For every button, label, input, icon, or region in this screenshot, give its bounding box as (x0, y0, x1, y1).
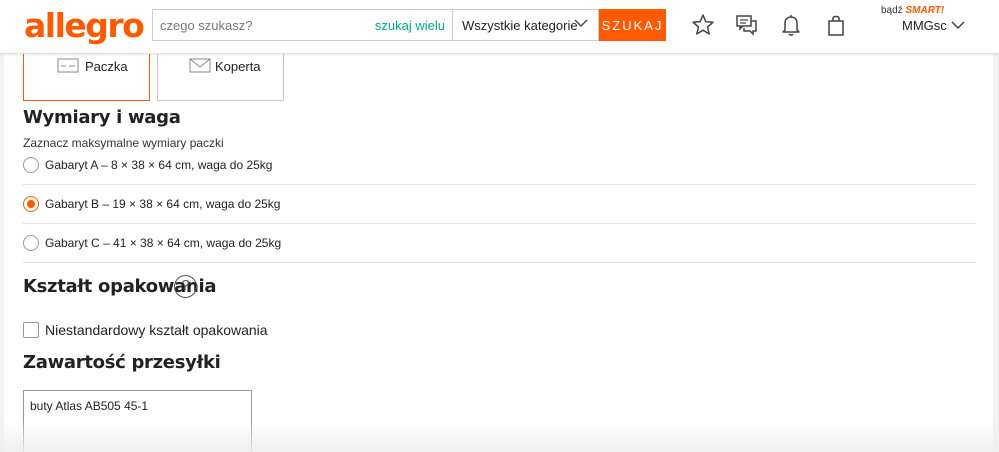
help-icon[interactable]: ? (174, 275, 197, 298)
package-type-paczka[interactable]: Paczka (23, 54, 150, 101)
custom-shape-checkbox[interactable] (23, 322, 39, 338)
search-input[interactable] (153, 10, 373, 40)
custom-shape-label[interactable]: Niestandardowy kształt opakowania (45, 322, 268, 338)
allegro-logo[interactable]: allegro (24, 6, 145, 45)
bag-icon[interactable] (824, 13, 848, 37)
contents-textarea[interactable]: buty Atlas AB505 45-1 (23, 390, 252, 452)
bell-icon[interactable] (779, 13, 803, 37)
radio-button[interactable] (23, 157, 39, 173)
package-icon (57, 58, 79, 73)
size-option-a[interactable]: Gabaryt A – 8 × 38 × 64 cm, waga do 25kg (23, 146, 976, 185)
chevron-down-icon[interactable] (950, 18, 966, 32)
chevron-down-icon (574, 19, 588, 27)
star-icon[interactable] (691, 13, 715, 37)
radio-button[interactable] (23, 235, 39, 251)
user-name[interactable]: MMGsc (902, 18, 947, 33)
category-select[interactable]: Wszystkie kategorie (452, 9, 599, 41)
search-box: szukaj wielu (152, 9, 452, 41)
shipment-form-card: Paczka Koperta Wymiary i waga Zaznacz ma… (4, 54, 993, 452)
size-option-label: Gabaryt A – 8 × 38 × 64 cm, waga do 25kg (45, 158, 273, 172)
package-type-label: Paczka (85, 59, 128, 74)
multi-search-link[interactable]: szukaj wielu (375, 18, 445, 33)
package-type-label: Koperta (215, 59, 261, 74)
top-header: allegro szukaj wielu Wszystkie kategorie… (0, 0, 999, 54)
chat-icon[interactable] (735, 13, 759, 37)
dimensions-title: Wymiary i waga (23, 107, 181, 128)
smart-badge[interactable]: bądź SMART! (881, 5, 944, 16)
contents-title: Zawartość przesyłki (23, 352, 221, 373)
envelope-icon (189, 58, 211, 73)
size-option-b[interactable]: Gabaryt B – 19 × 38 × 64 cm, waga do 25k… (23, 185, 976, 224)
smart-label: SMART! (905, 5, 945, 16)
search-button[interactable]: SZUKAJ (599, 9, 666, 41)
category-select-value: Wszystkie kategorie (462, 18, 578, 33)
size-option-label: Gabaryt B – 19 × 38 × 64 cm, waga do 25k… (45, 197, 281, 211)
size-option-label: Gabaryt C – 41 × 38 × 64 cm, waga do 25k… (45, 236, 282, 250)
radio-button-checked[interactable] (23, 196, 39, 212)
size-option-c[interactable]: Gabaryt C – 41 × 38 × 64 cm, waga do 25k… (23, 224, 976, 263)
package-type-koperta[interactable]: Koperta (157, 54, 284, 101)
smart-prefix: bądź (881, 5, 903, 16)
